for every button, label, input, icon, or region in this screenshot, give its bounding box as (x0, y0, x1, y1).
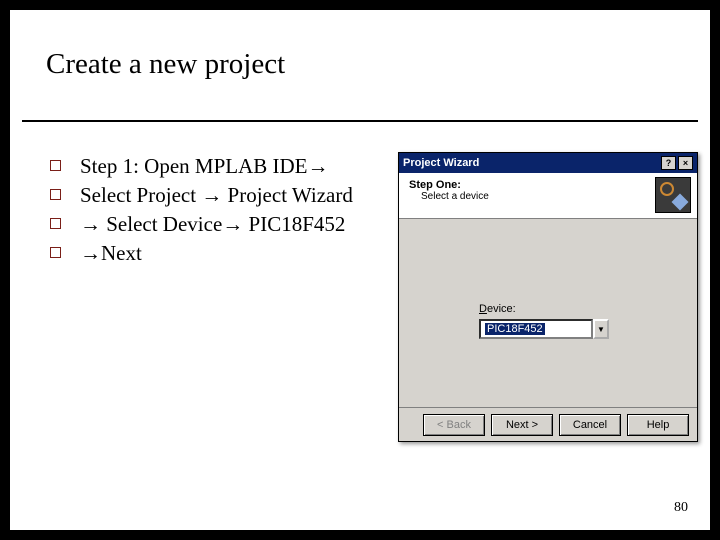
banner-title: Step One: (409, 179, 461, 191)
wizard-icon (655, 177, 691, 213)
title-divider (22, 120, 698, 122)
next-button[interactable]: Next > (491, 414, 553, 436)
list-item: Select Project → Project Wizard (46, 181, 386, 210)
window-controls: ? × (661, 156, 693, 170)
arrow-icon: → (80, 213, 101, 236)
page-number: 80 (674, 500, 688, 516)
dialog-button-row: < Back Next > Cancel Help (399, 407, 697, 441)
device-combo-input[interactable]: PIC18F452 (479, 319, 593, 339)
dialog-titlebar[interactable]: Project Wizard ? × (399, 153, 697, 173)
back-button[interactable]: < Back (423, 414, 485, 436)
device-label-rest: evice: (487, 303, 516, 315)
bullet-text: Project Wizard (222, 183, 353, 207)
arrow-icon: → (80, 242, 101, 265)
close-icon[interactable]: × (678, 156, 693, 170)
chevron-down-icon[interactable]: ▼ (593, 319, 609, 339)
list-item: →Next (46, 239, 386, 268)
banner-subtitle: Select a device (409, 191, 489, 202)
arrow-icon: → (308, 155, 329, 178)
slide-title: Create a new project (46, 48, 285, 81)
help-button[interactable]: Help (627, 414, 689, 436)
dialog-content: Device: PIC18F452 ▼ (399, 219, 697, 409)
list-item: Step 1: Open MPLAB IDE→ (46, 152, 386, 181)
device-value: PIC18F452 (485, 323, 545, 335)
project-wizard-dialog: Project Wizard ? × Step One: Select a de… (398, 152, 698, 442)
bullet-text: Select Project (80, 183, 201, 207)
bullet-text: Select Device (101, 212, 222, 236)
device-label: Device: (479, 303, 516, 315)
arrow-icon: → (201, 184, 222, 207)
dialog-banner: Step One: Select a device (399, 173, 697, 219)
device-combo[interactable]: PIC18F452 ▼ (479, 319, 609, 339)
bullet-text: Step 1: Open MPLAB IDE (80, 154, 308, 178)
list-item: → Select Device→ PIC18F452 (46, 210, 386, 239)
slide: Create a new project Step 1: Open MPLAB … (10, 10, 710, 530)
dialog-title: Project Wizard (403, 157, 479, 169)
bullet-text: PIC18F452 (243, 212, 345, 236)
device-label-mnemonic: D (479, 303, 487, 315)
help-icon[interactable]: ? (661, 156, 676, 170)
bullet-list: Step 1: Open MPLAB IDE→ Select Project →… (46, 152, 386, 268)
bullet-text: Next (101, 241, 142, 265)
arrow-icon: → (222, 213, 243, 236)
cancel-button[interactable]: Cancel (559, 414, 621, 436)
